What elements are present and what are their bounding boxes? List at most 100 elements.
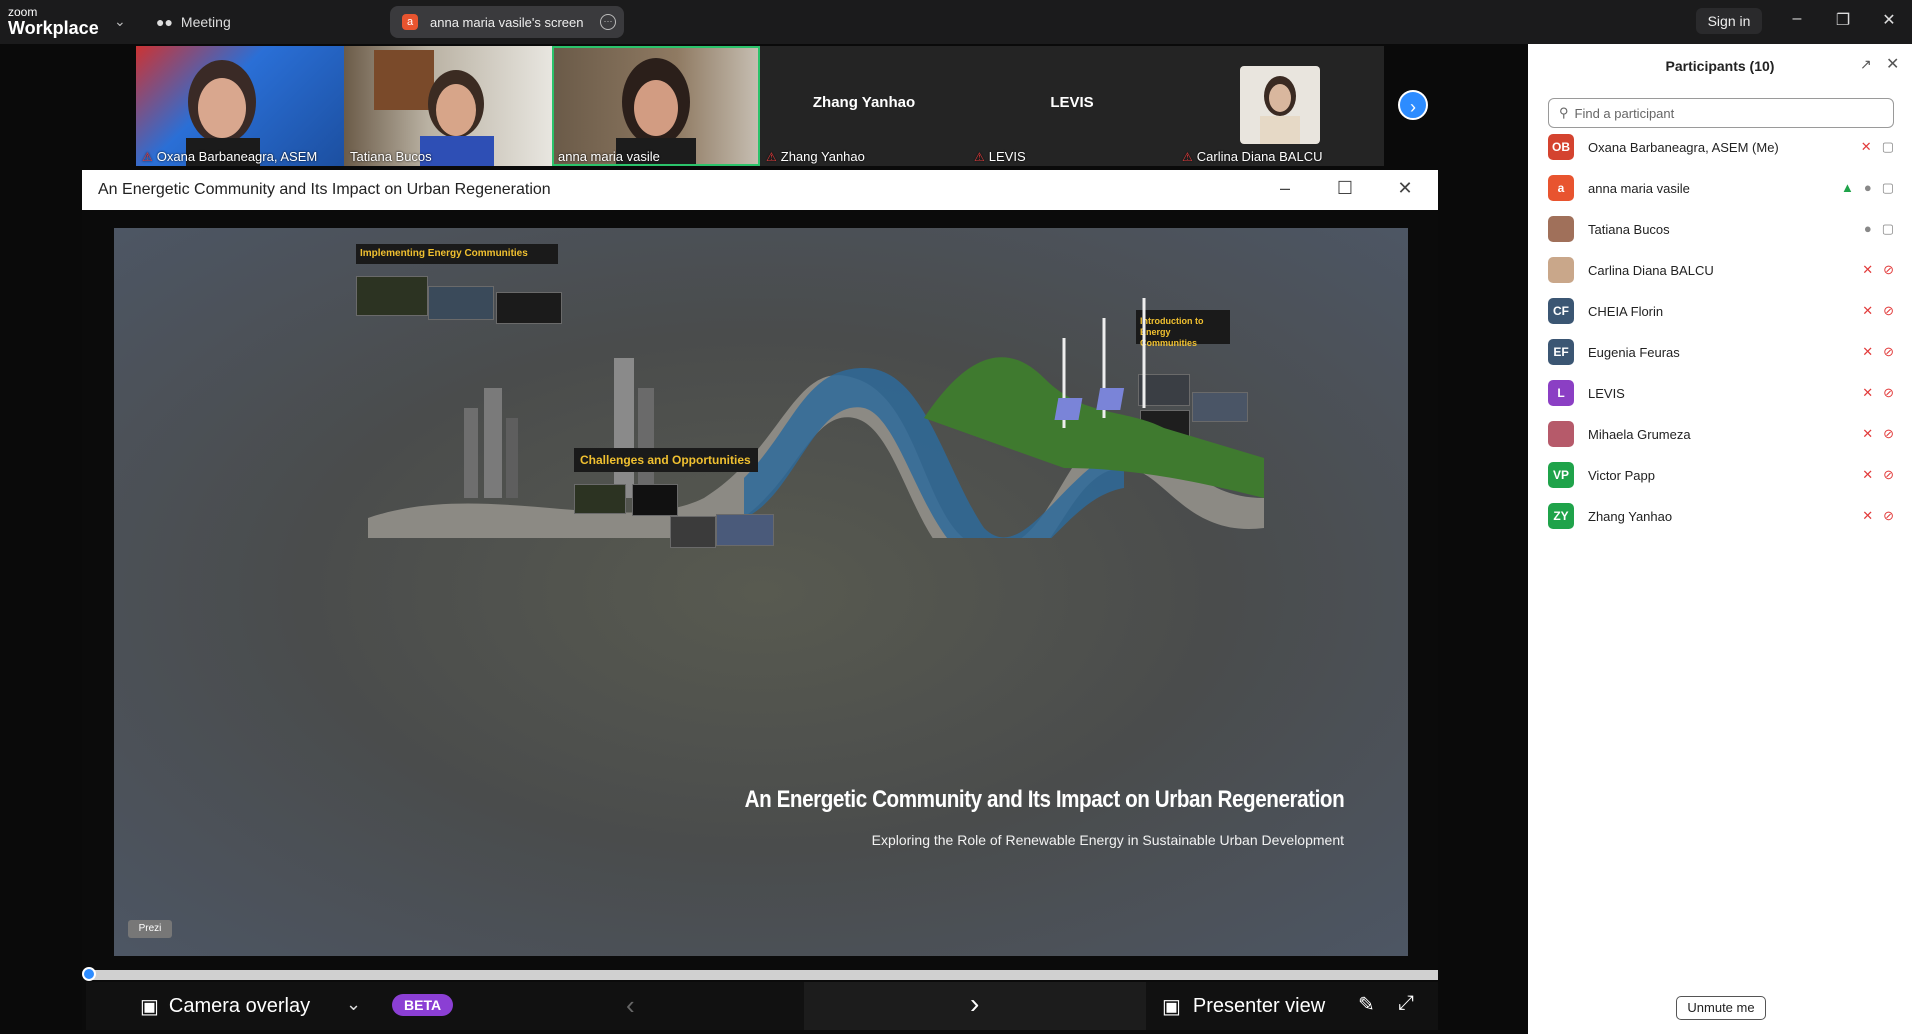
minimize-icon[interactable]: –	[1270, 178, 1300, 199]
mic-muted-icon[interactable]: ✕	[1862, 344, 1873, 360]
participant-name: LEVIS	[1588, 385, 1625, 401]
participants-title: Participants (10)	[1665, 58, 1775, 74]
participant-row[interactable]: OB Oxana Barbaneagra, ASEM (Me) ✕ ▢	[1548, 130, 1894, 164]
camera-overlay-button[interactable]: ▣ Camera overlay	[140, 994, 310, 1019]
mic-icon[interactable]: ●	[1864, 221, 1872, 237]
chevron-down-icon[interactable]: ⌄	[114, 13, 126, 30]
participant-display-name: Zhang Yanhao	[812, 94, 916, 111]
video-tile[interactable]: LEVIS ⚠ LEVIS	[968, 46, 1176, 166]
video-icon[interactable]: ▢	[1882, 180, 1894, 196]
participant-name: anna maria vasile	[558, 149, 660, 164]
video-tile[interactable]: Zhang Yanhao ⚠ Zhang Yanhao	[760, 46, 968, 166]
mic-muted-icon[interactable]: ✕	[1862, 385, 1873, 401]
video-off-icon[interactable]: ⊘	[1883, 385, 1894, 401]
prezi-badge[interactable]: Prezi	[128, 920, 172, 938]
participant-row[interactable]: VP Victor Papp ✕ ⊘	[1548, 458, 1894, 492]
more-options-icon[interactable]: ⋯	[600, 14, 616, 30]
mic-muted-icon[interactable]: ✕	[1862, 426, 1873, 442]
mic-muted-icon[interactable]: ✕	[1862, 262, 1873, 278]
participant-avatar	[1548, 257, 1574, 283]
presenter-icon: ▣	[1162, 996, 1181, 1018]
app-logo: Workplace	[8, 18, 99, 38]
participant-name: ⚠ Oxana Barbaneagra, ASEM	[142, 149, 318, 164]
participant-avatar: a	[1548, 175, 1574, 201]
video-icon[interactable]: ▢	[1882, 221, 1894, 237]
slide-title: An Energetic Community and Its Impact on…	[744, 786, 1344, 813]
participant-name: anna maria vasile	[1588, 180, 1690, 196]
video-icon[interactable]: ▢	[1882, 139, 1894, 155]
slide-thumbnail[interactable]	[632, 484, 678, 516]
participant-name: Zhang Yanhao	[1588, 508, 1673, 524]
mic-muted-icon[interactable]: ✕	[1862, 303, 1873, 319]
video-tile[interactable]: ⚠ Oxana Barbaneagra, ASEM	[136, 46, 344, 166]
gallery-next-button[interactable]: ›	[1398, 90, 1428, 120]
slide-thumbnail[interactable]	[670, 516, 716, 548]
participant-avatar	[1548, 216, 1574, 242]
participant-search-input[interactable]: ⚲ Find a participant	[1548, 98, 1894, 128]
participant-avatar: ZY	[1548, 503, 1574, 529]
fullscreen-icon[interactable]: ⤢	[1398, 992, 1414, 1015]
participant-name: Tatiana Bucos	[350, 149, 432, 164]
participant-name: ⚠ Carlina Diana BALCU	[1182, 149, 1323, 164]
video-tile[interactable]: Tatiana Bucos	[344, 46, 552, 166]
presentation-slide: Implementing Energy Communities Introduc…	[114, 228, 1408, 956]
participant-avatar: CF	[1548, 298, 1574, 324]
unmute-me-button[interactable]: Unmute me	[1676, 996, 1766, 1020]
mic-muted-icon[interactable]: ✕	[1862, 508, 1873, 524]
participant-avatar: OB	[1548, 134, 1574, 160]
frame-label-challenges[interactable]: Challenges and Opportunities	[574, 448, 758, 472]
participant-row[interactable]: Tatiana Bucos ● ▢	[1548, 212, 1894, 246]
presentation-toolbar: ▣ Camera overlay ⌄ BETA ‹ › ▣ Presenter …	[86, 982, 1438, 1030]
chevron-down-icon[interactable]: ⌄	[346, 994, 361, 1015]
mic-muted-icon: ⚠	[974, 149, 985, 164]
presenter-view-button[interactable]: ▣ Presenter view	[1162, 994, 1325, 1019]
participant-name: CHEIA Florin	[1588, 303, 1664, 319]
participant-row[interactable]: ZY Zhang Yanhao ✕ ⊘	[1548, 499, 1894, 533]
close-icon[interactable]: ✕	[1390, 178, 1420, 199]
next-slide-button[interactable]: ›	[970, 988, 979, 1020]
video-off-icon[interactable]: ⊘	[1883, 467, 1894, 483]
sign-in-button[interactable]: Sign in	[1696, 8, 1762, 34]
popout-icon[interactable]: ↗	[1860, 56, 1872, 73]
participant-row[interactable]: a anna maria vasile ▲ ● ▢	[1548, 171, 1894, 205]
meeting-label: Meeting	[180, 14, 231, 30]
slide-thumbnail[interactable]	[574, 484, 626, 514]
minimize-icon[interactable]: –	[1786, 10, 1808, 28]
participant-row[interactable]: Mihaela Grumeza ✕ ⊘	[1548, 417, 1894, 451]
video-off-icon[interactable]: ⊘	[1883, 262, 1894, 278]
participant-row[interactable]: Carlina Diana BALCU ✕ ⊘	[1548, 253, 1894, 287]
participant-row[interactable]: EF Eugenia Feuras ✕ ⊘	[1548, 335, 1894, 369]
restore-icon[interactable]: ❐	[1832, 10, 1854, 30]
maximize-icon[interactable]: ☐	[1330, 178, 1360, 199]
mic-icon[interactable]: ●	[1864, 180, 1872, 196]
video-off-icon[interactable]: ⊘	[1883, 344, 1894, 360]
mic-muted-icon[interactable]: ✕	[1861, 139, 1872, 155]
participant-name: Tatiana Bucos	[1588, 221, 1670, 237]
participant-avatar: EF	[1548, 339, 1574, 365]
video-off-icon[interactable]: ⊘	[1883, 426, 1894, 442]
participant-row[interactable]: L LEVIS ✕ ⊘	[1548, 376, 1894, 410]
slide-thumbnail[interactable]	[716, 514, 774, 546]
close-icon[interactable]: ✕	[1886, 54, 1899, 74]
participants-panel: Participants (10) ↗ ✕ ⚲ Find a participa…	[1528, 44, 1912, 1034]
participant-row[interactable]: CF CHEIA Florin ✕ ⊘	[1548, 294, 1894, 328]
camera-off-icon: ▣	[140, 996, 159, 1018]
video-tile[interactable]: ⚠ Carlina Diana BALCU	[1176, 46, 1384, 166]
video-off-icon[interactable]: ⊘	[1883, 303, 1894, 319]
screen-share-pill[interactable]: a anna maria vasile's screen ⋯	[390, 6, 624, 38]
participant-name: Victor Papp	[1588, 467, 1655, 483]
video-tile-active-speaker[interactable]: anna maria vasile	[552, 46, 760, 166]
close-icon[interactable]: ✕	[1878, 10, 1900, 30]
meeting-button[interactable]: ●● Meeting	[156, 9, 231, 35]
pen-icon[interactable]: ✎	[1358, 992, 1375, 1017]
slide-progress-bar[interactable]	[86, 970, 1438, 980]
video-off-icon[interactable]: ⊘	[1883, 508, 1894, 524]
participant-name: ⚠ Zhang Yanhao	[766, 149, 865, 164]
mic-muted-icon[interactable]: ✕	[1862, 467, 1873, 483]
video-gallery: ⚠ Oxana Barbaneagra, ASEM Tatiana Bucos a…	[136, 46, 1384, 166]
previous-slide-button[interactable]: ‹	[626, 990, 635, 1021]
participant-name: ⚠ LEVIS	[974, 149, 1026, 164]
mic-muted-icon: ⚠	[1182, 149, 1193, 164]
progress-handle[interactable]	[82, 967, 96, 981]
frame-label-implementing[interactable]: Implementing Energy Communities	[356, 244, 558, 264]
